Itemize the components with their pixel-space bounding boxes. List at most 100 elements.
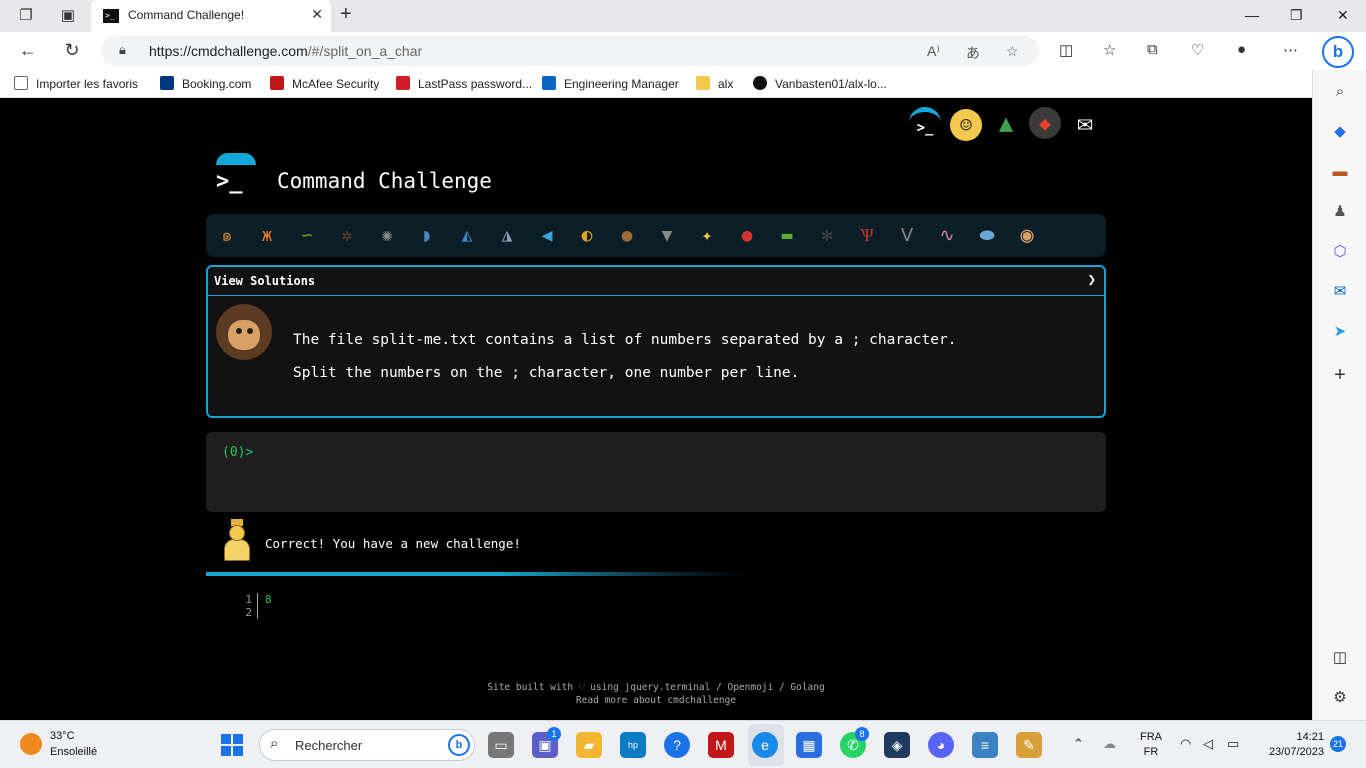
favorite-import[interactable]: Importer les favoris: [14, 76, 138, 91]
outlook-icon[interactable]: ✉: [1330, 282, 1350, 302]
read-aloud-icon[interactable]: A⁾: [927, 43, 940, 60]
discord-icon[interactable]: ◕: [928, 732, 954, 758]
system-clock[interactable]: 14:21 23/07/2023: [1260, 730, 1324, 760]
app-logo[interactable]: >_: [214, 153, 256, 195]
collections-icon[interactable]: ⧉: [1147, 41, 1158, 58]
close-tab-icon[interactable]: ✕: [311, 6, 323, 23]
sun-weather-icon[interactable]: [20, 733, 42, 755]
more-options-icon[interactable]: ⋯: [1283, 41, 1298, 59]
view-solutions-header[interactable]: View Solutions ❯: [208, 267, 1104, 296]
profile-icon[interactable]: ●: [1237, 41, 1246, 58]
lock-icon[interactable]: 🔒︎: [119, 42, 126, 58]
microbe-icon[interactable]: ⬬: [974, 223, 1000, 249]
browser-essentials-icon[interactable]: ♡: [1191, 41, 1204, 59]
restore-icon[interactable]: ❐: [1290, 7, 1303, 24]
back-arrow-icon[interactable]: ←: [17, 40, 39, 61]
favorite-alx[interactable]: alx: [696, 76, 733, 91]
show-hidden-icons-icon[interactable]: ⌃: [1073, 736, 1084, 752]
footer-read-more-link[interactable]: Read more about cmdchallenge: [0, 694, 1312, 707]
search-icon[interactable]: ⌕: [1330, 82, 1350, 102]
notification-badge[interactable]: 21: [1330, 736, 1346, 752]
terminal-input[interactable]: (0)>: [206, 432, 1106, 512]
mcafee-icon[interactable]: M: [708, 732, 734, 758]
caterpillar-icon[interactable]: ∽: [294, 223, 320, 249]
butterfly-icon[interactable]: ж: [254, 223, 280, 249]
favorite-mcafee[interactable]: McAfee Security: [270, 76, 379, 91]
windows-start-icon[interactable]: [221, 734, 243, 756]
paint-icon[interactable]: ✎: [1016, 732, 1042, 758]
hide-sidebar-icon[interactable]: ◫: [1330, 648, 1350, 668]
new-tab-icon[interactable]: +: [340, 3, 352, 26]
worm-icon[interactable]: ∿: [934, 223, 960, 249]
games-icon[interactable]: ♟: [1330, 202, 1350, 222]
weather-description[interactable]: Ensoleillé: [50, 746, 97, 758]
volume-icon[interactable]: ◁: [1203, 736, 1213, 752]
office-icon[interactable]: ⬡: [1330, 242, 1350, 262]
close-window-icon[interactable]: ✕: [1337, 7, 1349, 24]
tab-actions-icon[interactable]: ▣: [58, 6, 78, 26]
tools-icon[interactable]: ▬: [1330, 162, 1350, 182]
favorite-engineering-manager[interactable]: Engineering Manager: [542, 76, 679, 91]
ant-icon[interactable]: ✲: [334, 223, 360, 249]
favorite-booking[interactable]: Booking.com: [160, 76, 251, 91]
battery-icon[interactable]: ▭: [1227, 736, 1239, 752]
fish-icon[interactable]: ◀: [534, 223, 560, 249]
monkey-icon[interactable]: ◉: [1014, 223, 1040, 249]
spider-icon[interactable]: ✻: [814, 223, 840, 249]
weather-temperature[interactable]: 33°C: [50, 730, 75, 742]
progress-bar: [206, 572, 746, 576]
wolf-icon[interactable]: ▼: [654, 223, 680, 249]
shark-icon[interactable]: ◭: [454, 223, 480, 249]
spider-web-icon[interactable]: ✺: [374, 223, 400, 249]
myhp-icon[interactable]: hp: [620, 732, 646, 758]
bing-copilot-icon[interactable]: b: [1322, 36, 1354, 68]
fly-icon[interactable]: ᐯ: [894, 223, 920, 249]
ladybug-icon[interactable]: ●: [734, 223, 760, 249]
whale-icon[interactable]: ◗: [414, 223, 440, 249]
refresh-icon[interactable]: ↻: [61, 40, 83, 61]
browser-tab-bar: ❐ ▣ >_ Command Challenge! ✕ + — ❐ ✕: [0, 0, 1366, 32]
notepad-icon[interactable]: ≡: [972, 732, 998, 758]
browser-tab-active[interactable]: >_ Command Challenge! ✕: [91, 0, 331, 32]
file-explorer-icon[interactable]: ▰: [576, 732, 602, 758]
settings-gear-icon[interactable]: ⚙: [1330, 688, 1350, 708]
shopping-tag-icon[interactable]: ◆: [1330, 122, 1350, 142]
shushing-face-icon[interactable]: ☺: [950, 109, 982, 141]
favorites-bar: Importer les favoris Booking.com McAfee …: [0, 70, 1312, 98]
favorite-lastpass[interactable]: LastPass password...: [396, 76, 532, 91]
gitlab-icon[interactable]: ◆: [1029, 107, 1061, 139]
chevron-right-icon[interactable]: ❯: [1088, 272, 1096, 288]
logo-cap: [216, 153, 256, 165]
add-sidebar-icon[interactable]: +: [1330, 365, 1350, 385]
bing-icon[interactable]: b: [448, 734, 470, 756]
split-screen-icon[interactable]: ◫: [1059, 41, 1073, 59]
terminal-logo-icon[interactable]: >_: [909, 107, 941, 139]
mail-envelope-icon[interactable]: ✉: [1069, 107, 1101, 139]
bee-icon[interactable]: ✦: [694, 223, 720, 249]
tropical-fish-icon[interactable]: ◐: [574, 223, 600, 249]
task-view-icon[interactable]: ▭: [488, 732, 514, 758]
tree-icon[interactable]: ▲: [990, 107, 1022, 139]
translate-icon[interactable]: あ: [966, 43, 980, 63]
favorite-star-icon[interactable]: ☆: [1006, 43, 1019, 60]
store-icon[interactable]: ▦: [796, 732, 822, 758]
help-icon[interactable]: ?: [664, 732, 690, 758]
snail-icon[interactable]: ๑: [214, 223, 240, 249]
wifi-icon[interactable]: ◠: [1180, 736, 1191, 752]
taskbar-search[interactable]: ⌕ Rechercher b: [259, 729, 475, 761]
blowfish-icon[interactable]: ●: [614, 223, 640, 249]
workspaces-icon[interactable]: ❐: [16, 6, 36, 26]
lobster-icon[interactable]: Ѱ: [854, 223, 880, 249]
cricket-icon[interactable]: ▬: [774, 223, 800, 249]
cloud-icon[interactable]: ☁: [1103, 736, 1116, 752]
edge-browser-icon[interactable]: e: [752, 732, 778, 758]
favorite-github[interactable]: Vanbasten01/alx-lo...: [753, 76, 887, 91]
virtualbox-icon[interactable]: ◈: [884, 732, 910, 758]
telegram-icon[interactable]: ➤: [1330, 322, 1350, 342]
dolphin-icon[interactable]: ◮: [494, 223, 520, 249]
favorites-icon[interactable]: ☆: [1103, 41, 1116, 59]
windows-taskbar: 33°C Ensoleillé ⌕ Rechercher b ▭ ▣ 1 ▰ h…: [0, 720, 1366, 768]
url-field[interactable]: 🔒︎ https://cmdchallenge.com/#/split_on_a…: [101, 36, 1039, 66]
language-indicator[interactable]: FRA FR: [1140, 730, 1162, 760]
minimize-icon[interactable]: —: [1245, 7, 1259, 23]
